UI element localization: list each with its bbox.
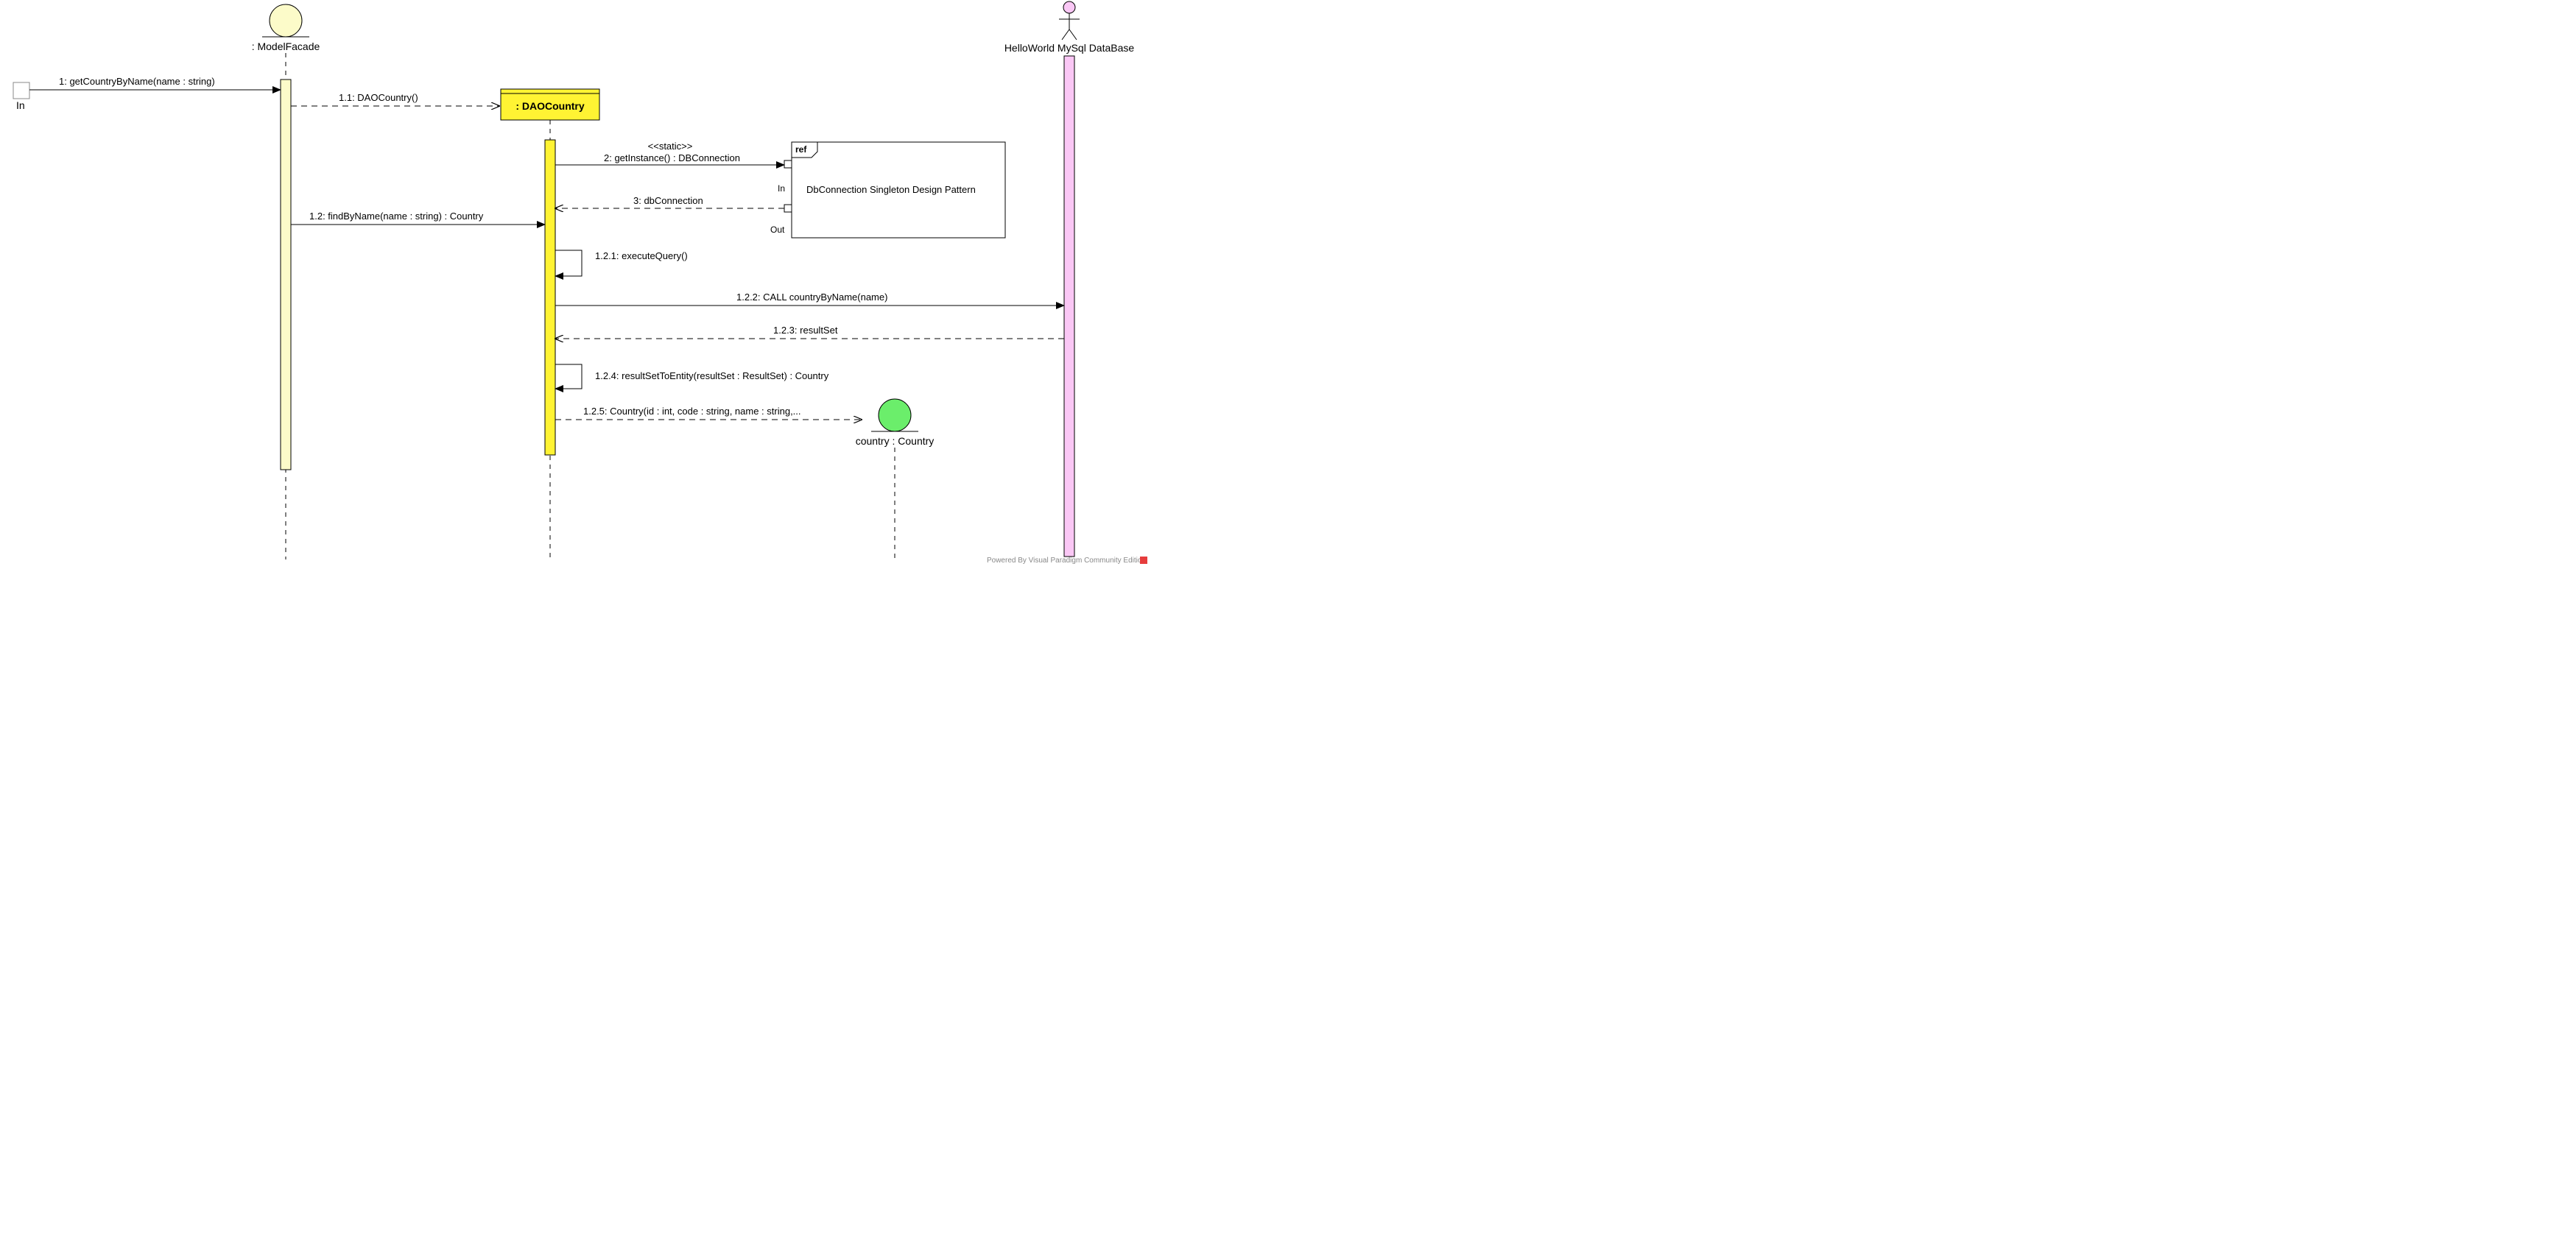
msg-1-2-1-arrow [555, 250, 582, 276]
model-facade-label: : ModelFacade [252, 40, 320, 52]
dao-country-label: : DAOCountry [515, 100, 585, 112]
gate-in-label: In [16, 99, 25, 111]
msg-2-stereo: <<static>> [648, 141, 693, 152]
activation-dao-country [545, 140, 555, 455]
msg-1-2-4-label: 1.2.4: resultSetToEntity(resultSet : Res… [595, 370, 829, 381]
msg-1-1-label: 1.1: DAOCountry() [339, 92, 418, 103]
msg-1-2-3-label: 1.2.3: resultSet [773, 325, 838, 336]
participant-database: HelloWorld MySql DataBase [1004, 1, 1135, 54]
msg-1-2-label: 1.2: findByName(name : string) : Country [309, 211, 484, 222]
country-label: country : Country [856, 435, 935, 447]
ref-frame: ref DbConnection Singleton Design Patter… [770, 142, 1005, 238]
msg-1-2-1-label: 1.2.1: executeQuery() [595, 250, 688, 261]
msg-2-label: 2: getInstance() : DBConnection [604, 152, 740, 163]
activation-database [1064, 56, 1074, 557]
msg-1-label: 1: getCountryByName(name : string) [59, 76, 215, 87]
msg-1-2-5-label: 1.2.5: Country(id : int, code : string, … [583, 406, 801, 417]
ref-name: DbConnection Singleton Design Pattern [806, 184, 976, 195]
participant-country: country : Country [856, 399, 935, 447]
database-label: HelloWorld MySql DataBase [1004, 42, 1135, 54]
participant-model-facade: : ModelFacade [252, 4, 320, 52]
msg-3-label: 3: dbConnection [633, 195, 703, 206]
sequence-diagram: In : ModelFacade : DAOCountry HelloWorld… [0, 0, 1149, 565]
msg-1-2-2-label: 1.2.2: CALL countryByName(name) [736, 292, 887, 303]
ref-out: Out [770, 225, 785, 235]
watermark-icon [1140, 557, 1147, 564]
msg-1-2-4-arrow [555, 364, 582, 389]
ref-tag: ref [795, 144, 807, 155]
ref-in: In [778, 183, 785, 194]
participant-dao-country: : DAOCountry [501, 89, 599, 120]
gate-in: In [13, 82, 29, 111]
activation-model-facade [281, 80, 291, 470]
watermark: Powered By Visual Paradigm Community Edi… [987, 557, 1146, 565]
